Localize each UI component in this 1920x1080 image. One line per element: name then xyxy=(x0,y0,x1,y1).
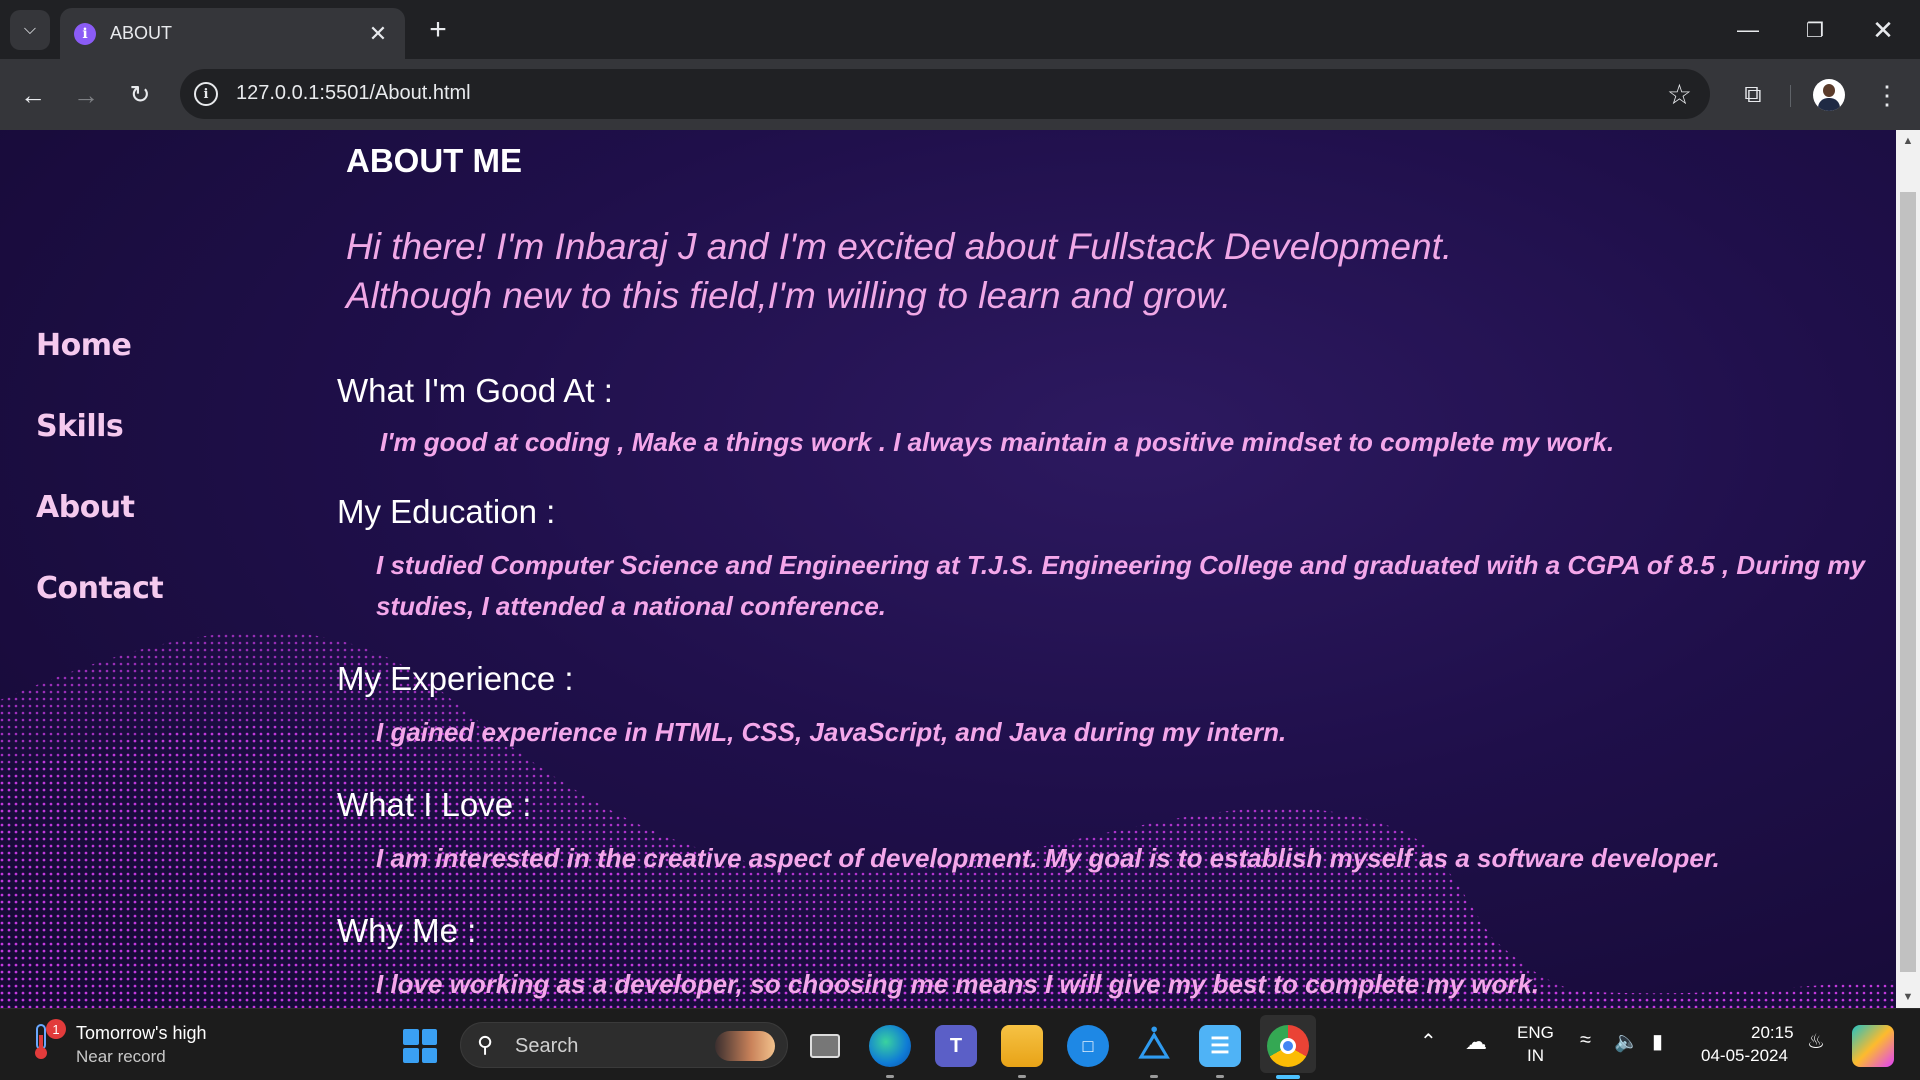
remote-desktop-icon[interactable]: □ xyxy=(1067,1025,1109,1067)
running-indicator xyxy=(1216,1075,1224,1078)
info-favicon-icon: i xyxy=(74,22,96,45)
reload-icon[interactable]: ↻ xyxy=(121,76,159,114)
scroll-down-arrow-icon[interactable]: ▼ xyxy=(1896,986,1920,1008)
section-heading-good-at: What I'm Good At : xyxy=(337,372,613,409)
nav-link-about[interactable]: About xyxy=(36,490,163,571)
section-body-line: I love working as a developer, so choosi… xyxy=(376,969,1540,999)
page-title: ABOUT ME xyxy=(346,142,522,179)
section-heading-why-me: Why Me : xyxy=(337,912,477,949)
intro-line-1: Hi there! I'm Inbaraj J and I'm excited … xyxy=(346,226,1453,267)
menu-kebab-icon[interactable]: ⋮ xyxy=(1867,75,1907,115)
nav-link-skills[interactable]: Skills xyxy=(36,409,163,490)
notification-bell-icon[interactable]: ♨ xyxy=(1807,1029,1825,1054)
section-body-line: I'm good at coding , Make a things work … xyxy=(380,427,1615,457)
tab-search-chevron-icon[interactable]: ⌵ xyxy=(10,10,50,50)
vscode-icon[interactable]: ⧊ xyxy=(1133,1025,1175,1067)
show-hidden-icons-chevron-icon[interactable]: ⌃ xyxy=(1420,1029,1437,1054)
extensions-puzzle-icon[interactable]: ⧉ xyxy=(1733,75,1773,115)
copilot-icon[interactable] xyxy=(1852,1025,1894,1067)
page-scrollbar[interactable]: ▲ ▼ xyxy=(1896,130,1920,1008)
toolbar-divider xyxy=(1790,85,1791,107)
url-text[interactable]: 127.0.0.1:5501/About.html xyxy=(236,82,471,105)
nav-link-contact[interactable]: Contact xyxy=(36,571,164,652)
section-body-line: I gained experience in HTML, CSS, JavaSc… xyxy=(376,717,1287,747)
address-bar[interactable]: i 127.0.0.1:5501/About.html ☆ xyxy=(180,69,1710,119)
onedrive-cloud-icon[interactable]: ☁ xyxy=(1465,1029,1487,1055)
browser-toolbar: ← → ↻ i 127.0.0.1:5501/About.html ☆ ⧉ ⋮ xyxy=(0,59,1920,130)
back-arrow-icon[interactable]: ← xyxy=(14,76,52,114)
windows-start-icon[interactable] xyxy=(403,1029,437,1063)
windows-taskbar: 1 Tomorrow's high Near record ⚲ Search T… xyxy=(0,1008,1920,1080)
running-indicator xyxy=(1018,1075,1026,1078)
tab-title: ABOUT xyxy=(110,23,173,43)
intro-text: Hi there! I'm Inbaraj J and I'm excited … xyxy=(346,222,1452,320)
teams-icon[interactable]: T xyxy=(935,1025,977,1067)
volume-icon[interactable]: 🔈 xyxy=(1614,1029,1639,1054)
edge-browser-icon[interactable] xyxy=(869,1025,911,1067)
clock-time[interactable]: 20:15 xyxy=(1751,1023,1794,1043)
file-explorer-icon[interactable] xyxy=(1001,1025,1043,1067)
clock-date[interactable]: 04-05-2024 xyxy=(1701,1046,1788,1066)
restore-icon[interactable]: ❐ xyxy=(1790,10,1840,50)
scrollbar-thumb[interactable] xyxy=(1900,192,1916,972)
section-heading-education: My Education : xyxy=(337,493,556,530)
section-body-love: I am interested in the creative aspect o… xyxy=(376,838,1720,879)
window-close-icon[interactable]: ✕ xyxy=(1858,10,1908,50)
new-tab-button[interactable]: + xyxy=(420,12,456,48)
tab-close-icon[interactable]: ✕ xyxy=(365,21,391,47)
section-body-line: I studied Computer Science and Engineeri… xyxy=(376,550,1865,580)
minimize-icon[interactable]: — xyxy=(1723,10,1773,50)
side-navigation: Home Skills About Contact xyxy=(36,328,164,652)
region-indicator[interactable]: IN xyxy=(1527,1046,1544,1066)
bookmark-star-icon[interactable]: ☆ xyxy=(1667,78,1692,111)
intro-line-2: Although new to this field,I'm willing t… xyxy=(346,275,1232,316)
section-body-why-me: I love working as a developer, so choosi… xyxy=(376,964,1539,1005)
section-heading-love: What I Love : xyxy=(337,786,532,823)
search-icon: ⚲ xyxy=(477,1032,494,1057)
running-indicator xyxy=(1150,1075,1158,1078)
taskbar-search-label: Search xyxy=(515,1035,579,1057)
taskbar-search-box[interactable]: ⚲ Search xyxy=(460,1022,788,1068)
section-heading-experience: My Experience : xyxy=(337,660,574,697)
language-indicator[interactable]: ENG xyxy=(1517,1023,1554,1043)
weather-title[interactable]: Tomorrow's high xyxy=(76,1023,206,1044)
search-highlight-art xyxy=(715,1031,775,1061)
running-indicator xyxy=(886,1075,894,1078)
section-body-line: studies, I attended a national conferenc… xyxy=(376,591,887,621)
weather-alert-badge: 1 xyxy=(46,1019,66,1039)
active-app-indicator xyxy=(1276,1075,1300,1079)
task-view-icon[interactable] xyxy=(804,1025,846,1067)
profile-avatar[interactable] xyxy=(1813,79,1845,111)
scroll-up-arrow-icon[interactable]: ▲ xyxy=(1896,130,1920,152)
browser-tab-bar: ⌵ i ABOUT ✕ + — ❐ ✕ xyxy=(0,0,1920,59)
site-info-icon[interactable]: i xyxy=(194,82,218,106)
chrome-icon[interactable] xyxy=(1267,1025,1309,1067)
battery-icon[interactable]: ▮ xyxy=(1652,1029,1663,1054)
section-body-good-at: I'm good at coding , Make a things work … xyxy=(380,422,1614,463)
notepad-icon[interactable]: ☰ xyxy=(1199,1025,1241,1067)
page-viewport: Home Skills About Contact ABOUT ME Hi th… xyxy=(0,130,1896,1008)
section-body-line: I am interested in the creative aspect o… xyxy=(376,843,1720,873)
section-body-experience: I gained experience in HTML, CSS, JavaSc… xyxy=(376,712,1286,753)
browser-tab-about[interactable]: i ABOUT ✕ xyxy=(60,8,405,59)
section-body-education: I studied Computer Science and Engineeri… xyxy=(376,545,1865,627)
forward-arrow-icon[interactable]: → xyxy=(67,76,105,114)
wifi-icon[interactable]: ≈ xyxy=(1580,1029,1591,1052)
weather-subtitle[interactable]: Near record xyxy=(76,1047,166,1067)
nav-link-home[interactable]: Home xyxy=(36,328,163,409)
